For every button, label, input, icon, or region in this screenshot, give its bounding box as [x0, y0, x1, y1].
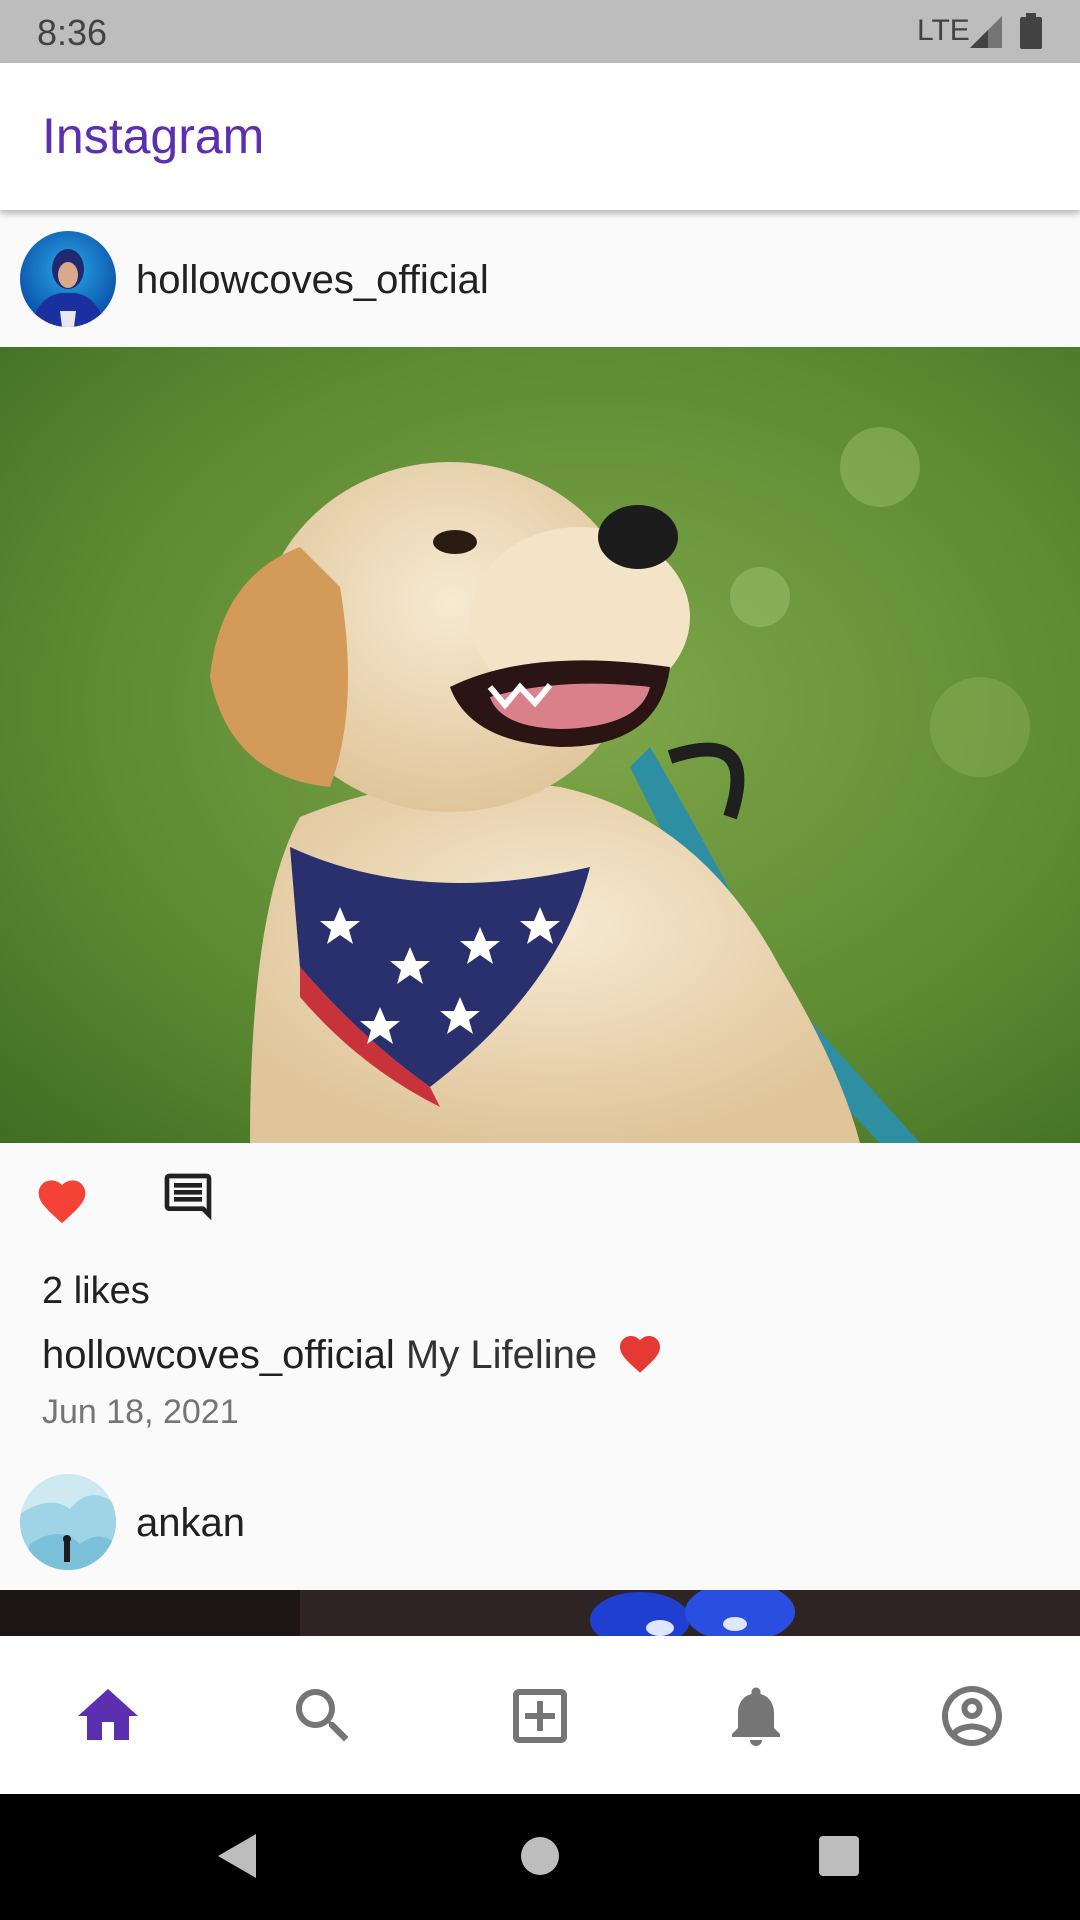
- post-caption: hollowcoves_official My Lifeline: [42, 1330, 664, 1378]
- system-navigation-bar: [0, 1794, 1080, 1920]
- home-circle-icon[interactable]: [520, 1832, 560, 1880]
- notifications-icon[interactable]: [720, 1680, 792, 1752]
- post-image[interactable]: [0, 347, 1080, 1143]
- search-icon[interactable]: [287, 1680, 359, 1752]
- caption-text: My Lifeline: [405, 1333, 598, 1377]
- heart-emoji-icon: [620, 1336, 661, 1373]
- battery-icon: [1020, 13, 1042, 49]
- caption-username[interactable]: hollowcoves_official: [42, 1333, 395, 1377]
- user-avatar-image: [20, 231, 116, 327]
- user-avatar-image: [20, 1474, 116, 1570]
- bottom-navigation: [0, 1636, 1080, 1794]
- home-icon[interactable]: [72, 1680, 144, 1752]
- likes-count[interactable]: 2 likes: [42, 1270, 150, 1313]
- post-header: ankan: [0, 1455, 1080, 1590]
- post-date: Jun 18, 2021: [42, 1393, 239, 1431]
- post-actions: [0, 1143, 1080, 1263]
- app-title: Instagram: [42, 108, 265, 164]
- avatar[interactable]: [20, 1474, 116, 1570]
- status-time: 8:36: [37, 12, 108, 53]
- status-bar: 8:36 LTE: [0, 0, 1080, 63]
- like-heart-icon[interactable]: [34, 1173, 90, 1225]
- network-type: LTE: [917, 14, 970, 47]
- signal-icon: [970, 16, 1002, 48]
- profile-icon[interactable]: [936, 1680, 1008, 1752]
- recents-icon[interactable]: [818, 1832, 860, 1880]
- flower-photo: [0, 1590, 1080, 1636]
- comment-icon[interactable]: [160, 1169, 216, 1225]
- dog-photo: [0, 347, 1080, 1143]
- post-username[interactable]: hollowcoves_official: [136, 258, 489, 303]
- add-post-icon[interactable]: [504, 1680, 576, 1752]
- back-icon[interactable]: [216, 1832, 260, 1880]
- app-bar: Instagram: [0, 63, 1080, 210]
- post-header: hollowcoves_official: [0, 210, 1080, 347]
- post-username[interactable]: ankan: [136, 1501, 245, 1546]
- avatar[interactable]: [20, 231, 116, 327]
- post-image[interactable]: [0, 1590, 1080, 1636]
